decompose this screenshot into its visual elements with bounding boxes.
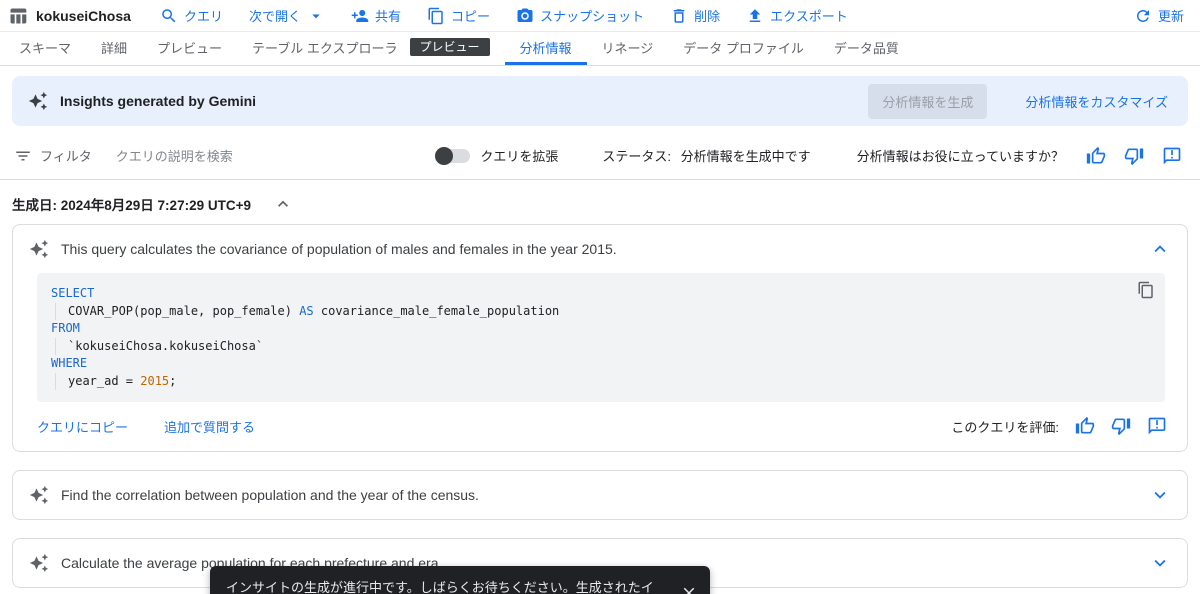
- query-feedback-button[interactable]: [1147, 416, 1167, 436]
- table-title: kokuseiChosa: [36, 7, 131, 24]
- query-search-input[interactable]: クエリの説明を検索: [116, 146, 439, 165]
- tab-insights[interactable]: 分析情報: [504, 32, 587, 65]
- filter-label: フィルタ: [40, 149, 92, 164]
- filter-status-bar: フィルタ クエリの説明を検索 クエリを拡張 ステータス: 分析情報を生成中です …: [0, 132, 1200, 180]
- refresh-button[interactable]: 更新: [1134, 6, 1184, 25]
- rate-query-label: このクエリを評価:: [951, 419, 1059, 435]
- refresh-icon: [1134, 7, 1152, 25]
- refresh-label: 更新: [1157, 9, 1184, 24]
- feedback-prompt: 分析情報はお役に立っていますか？: [856, 149, 1064, 164]
- insight-card-1-title: This query calculates the covariance of …: [61, 241, 617, 257]
- copy-label: コピー: [451, 9, 491, 24]
- thumb-up-button[interactable]: [1086, 146, 1106, 166]
- tab-lineage-label: リネージ: [601, 40, 654, 56]
- close-icon[interactable]: [680, 584, 698, 594]
- sql-code: SELECT COVAR_POP(pop_male, pop_female) AS…: [51, 285, 1151, 390]
- open-with-label: 次で開く: [249, 9, 302, 24]
- insight-card-1: This query calculates the covariance of …: [12, 224, 1188, 452]
- dropdown-arrow-icon: [307, 7, 325, 25]
- toggle-knob: [435, 146, 454, 165]
- tab-data-quality[interactable]: データ品質: [819, 32, 914, 65]
- rate-query-group: このクエリを評価:: [951, 416, 1167, 436]
- generated-date-label: 生成日: 2024年8月29日 7:27:29 UTC+9: [12, 198, 251, 213]
- table-header-bar: kokuseiChosa クエリ 次で開く 共有 コピー スナップショット 削除…: [0, 0, 1200, 32]
- copy-to-query-link[interactable]: クエリにコピー: [37, 417, 128, 436]
- open-with-button[interactable]: 次で開く: [249, 6, 325, 25]
- copy-code-icon[interactable]: [1137, 281, 1155, 299]
- filter-button[interactable]: フィルタ: [14, 146, 92, 165]
- insight-card-2: Find the correlation between population …: [12, 470, 1188, 520]
- sql-code-block: SELECT COVAR_POP(pop_male, pop_female) AS…: [37, 273, 1165, 402]
- tab-schema[interactable]: スキーマ: [4, 32, 86, 65]
- tab-insights-label: 分析情報: [519, 40, 572, 56]
- tab-data-profile[interactable]: データ プロファイル: [668, 32, 819, 65]
- thumb-down-button[interactable]: [1124, 146, 1144, 166]
- table-icon: [8, 6, 28, 26]
- query-button-label: クエリ: [184, 9, 224, 24]
- insight-cards: This query calculates the covariance of …: [0, 224, 1200, 594]
- customize-insights-link[interactable]: 分析情報をカスタマイズ: [1025, 92, 1168, 111]
- delete-label: 削除: [694, 9, 721, 24]
- expand-query-toggle[interactable]: [435, 146, 471, 165]
- snapshot-label: スナップショット: [540, 9, 645, 24]
- generate-insights-button[interactable]: 分析情報を生成: [868, 83, 988, 119]
- tab-schema-label: スキーマ: [19, 40, 72, 56]
- expand-query-toggle-label: クエリを拡張: [480, 149, 559, 164]
- export-icon: [746, 7, 764, 25]
- tab-table-explorer[interactable]: テーブル エクスプローラ プレビュー: [237, 32, 504, 65]
- query-thumb-down-button[interactable]: [1111, 416, 1131, 436]
- tab-lineage[interactable]: リネージ: [587, 32, 669, 65]
- toast-snackbar: インサイトの生成が進行中です。しばらくお待ちください。生成されたインサイトは: [210, 566, 710, 594]
- export-button[interactable]: エクスポート: [746, 6, 848, 25]
- sparkle-icon: [29, 553, 49, 573]
- trash-icon: [670, 7, 688, 25]
- delete-button[interactable]: 削除: [670, 6, 720, 25]
- search-icon: [160, 7, 178, 25]
- tab-data-quality-label: データ品質: [833, 40, 899, 56]
- copy-icon: [427, 7, 445, 25]
- status-text: ステータス: 分析情報を生成中です: [602, 146, 810, 165]
- banner-title: Insights generated by Gemini: [60, 93, 257, 109]
- status-label: ステータス:: [602, 149, 671, 164]
- feedback-comment-button[interactable]: [1162, 146, 1182, 166]
- toast-message: インサイトの生成が進行中です。しばらくお待ちください。生成されたインサイトは: [226, 580, 654, 594]
- expand-card-chevron-icon[interactable]: [1149, 552, 1171, 574]
- share-label: 共有: [375, 9, 402, 24]
- insight-card-2-header[interactable]: Find the correlation between population …: [13, 471, 1187, 519]
- person-add-icon: [351, 7, 369, 25]
- snapshot-icon: [516, 7, 534, 25]
- insight-card-2-title: Find the correlation between population …: [61, 487, 479, 503]
- insight-card-1-header[interactable]: This query calculates the covariance of …: [13, 225, 1187, 273]
- copy-button[interactable]: コピー: [427, 6, 490, 25]
- query-button[interactable]: クエリ: [160, 6, 223, 25]
- tab-table-explorer-label: テーブル エクスプローラ: [252, 40, 398, 56]
- tab-preview[interactable]: プレビュー: [142, 32, 237, 65]
- tab-details-label: 詳細: [101, 40, 128, 56]
- gemini-insights-banner: Insights generated by Gemini 分析情報を生成 分析情…: [12, 76, 1188, 126]
- snapshot-button[interactable]: スナップショット: [516, 6, 644, 25]
- query-thumb-up-button[interactable]: [1075, 416, 1095, 436]
- tab-preview-label: プレビュー: [157, 40, 223, 56]
- tab-details[interactable]: 詳細: [86, 32, 142, 65]
- tab-data-profile-label: データ プロファイル: [683, 40, 804, 56]
- collapse-group-chevron[interactable]: [273, 194, 293, 214]
- sparkle-icon: [29, 239, 49, 259]
- tab-bar: スキーマ 詳細 プレビュー テーブル エクスプローラ プレビュー 分析情報 リネ…: [0, 32, 1200, 66]
- status-value: 分析情報を生成中です: [680, 149, 811, 164]
- insight-card-1-actions: クエリにコピー 追加で質問する このクエリを評価:: [13, 412, 1187, 451]
- gemini-sparkle-icon: [28, 91, 48, 111]
- ask-follow-up-link[interactable]: 追加で質問する: [164, 417, 255, 436]
- preview-badge: プレビュー: [409, 38, 490, 56]
- insights-feedback-group: 分析情報はお役に立っていますか？: [857, 146, 1182, 166]
- sparkle-icon: [29, 485, 49, 505]
- generated-date-row: 生成日: 2024年8月29日 7:27:29 UTC+9: [0, 180, 1200, 224]
- toolbar-actions: クエリ 次で開く 共有 コピー スナップショット 削除 エクスポート: [160, 6, 848, 25]
- filter-icon: [14, 147, 32, 165]
- collapse-card-chevron-icon[interactable]: [1149, 238, 1171, 260]
- share-button[interactable]: 共有: [351, 6, 401, 25]
- expand-card-chevron-icon[interactable]: [1149, 484, 1171, 506]
- table-title-group: kokuseiChosa: [8, 6, 160, 26]
- expand-query-toggle-group: クエリを拡張: [435, 146, 559, 165]
- export-label: エクスポート: [770, 9, 848, 24]
